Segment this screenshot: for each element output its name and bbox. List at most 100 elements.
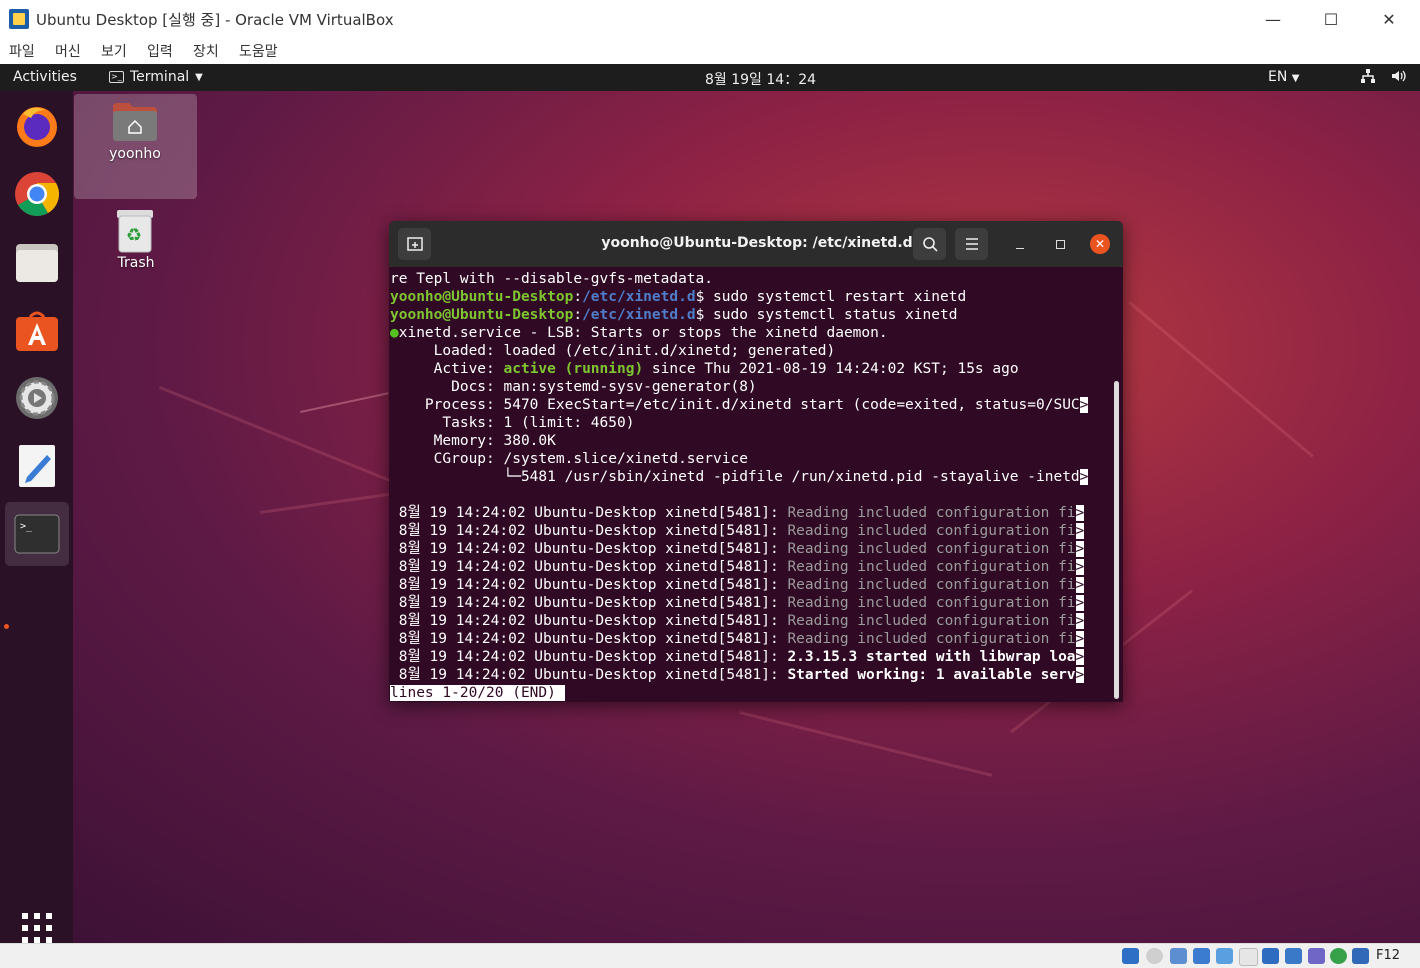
running-indicator	[4, 624, 9, 629]
svg-text:♻: ♻	[126, 225, 142, 246]
settings-icon	[16, 377, 58, 419]
vt-x-icon[interactable]	[1308, 948, 1325, 964]
usb-icon[interactable]	[1216, 948, 1233, 964]
language-label: EN	[1268, 69, 1288, 85]
terminal-line: CGroup: /system.slice/xinetd.service	[390, 451, 748, 467]
window-title: Ubuntu Desktop [실행 중] - Oracle VM Virtua…	[36, 11, 394, 29]
log-line: 8월 19 14:24:02 Ubuntu-Desktop xinetd[548…	[390, 613, 1085, 629]
system-tray[interactable]	[1360, 68, 1420, 84]
harddisk-icon[interactable]	[1122, 948, 1139, 964]
terminal-headerbar: yoonho@Ubuntu-Desktop: /etc/xinetd.d ✕	[389, 221, 1123, 267]
trash-icon: ♻	[117, 210, 153, 253]
svg-text:>_: >_	[20, 521, 33, 532]
menu-help[interactable]: 도움말	[239, 41, 278, 61]
terminal-output[interactable]: re Tepl with --disable-gvfs-metadata. yo…	[390, 267, 1110, 702]
log-line: 8월 19 14:24:02 Ubuntu-Desktop xinetd[548…	[390, 523, 1085, 539]
shared-folders-icon[interactable]	[1239, 948, 1258, 966]
text-editor-icon	[19, 445, 55, 487]
dock-settings[interactable]	[5, 366, 69, 430]
terminal-close-button[interactable]: ✕	[1090, 234, 1110, 254]
terminal-line: ●xinetd.service - LSB: Starts or stops t…	[390, 325, 888, 341]
volume-icon	[1392, 70, 1406, 82]
desktop-home-folder[interactable]: yoonho	[74, 94, 197, 199]
terminal-maximize-button[interactable]	[1050, 234, 1070, 254]
home-folder-label: yoonho	[109, 146, 161, 162]
hamburger-menu-button[interactable]	[955, 228, 988, 260]
home-folder-icon	[113, 103, 157, 141]
log-line: 8월 19 14:24:02 Ubuntu-Desktop xinetd[548…	[390, 559, 1085, 575]
search-button[interactable]	[913, 228, 946, 260]
network-icon	[1361, 69, 1375, 83]
terminal-line: Tasks: 1 (limit: 4650)	[390, 415, 635, 431]
app-menu-terminal[interactable]: >_ Terminal ▼	[109, 69, 203, 85]
status-dot-icon: ●	[390, 325, 399, 341]
terminal-line: Process: 5470 ExecStart=/etc/init.d/xine…	[390, 397, 1089, 413]
menu-machine[interactable]: 머신	[55, 41, 81, 61]
terminal-line: re Tepl with --disable-gvfs-metadata.	[390, 271, 714, 287]
minimize-button[interactable]: —	[1244, 0, 1302, 38]
close-button[interactable]: ✕	[1360, 0, 1418, 38]
menu-view[interactable]: 보기	[101, 41, 127, 61]
wallpaper-line	[300, 392, 389, 413]
wallpaper-line	[260, 491, 400, 514]
files-icon	[16, 244, 58, 282]
terminal-window[interactable]: yoonho@Ubuntu-Desktop: /etc/xinetd.d ✕ r…	[389, 221, 1123, 702]
ubuntu-software-icon	[16, 311, 58, 351]
menu-devices[interactable]: 장치	[193, 41, 219, 61]
dock-chrome[interactable]	[5, 162, 69, 226]
wallpaper-line	[1128, 301, 1314, 458]
maximize-icon	[1055, 239, 1065, 249]
minimize-icon	[1016, 247, 1024, 249]
language-indicator[interactable]: EN ▼	[1268, 69, 1299, 85]
guest-additions-icon[interactable]	[1330, 948, 1347, 964]
activities-button[interactable]: Activities	[13, 69, 77, 85]
trash-label: Trash	[117, 255, 155, 271]
clock[interactable]: 8월 19일 14：24	[705, 69, 816, 89]
new-tab-button[interactable]	[398, 228, 431, 260]
terminal-icon: >_	[109, 71, 124, 83]
host-key-label: F12	[1376, 948, 1401, 963]
maximize-button[interactable]: ☐	[1302, 0, 1360, 38]
menu-input[interactable]: 입력	[147, 41, 173, 61]
desktop-trash[interactable]: ♻ Trash	[86, 205, 186, 275]
vbox-titlebar: Ubuntu Desktop [실행 중] - Oracle VM Virtua…	[0, 0, 1420, 38]
terminal-line: yoonho@Ubuntu-Desktop:/etc/xinetd.d$ sud…	[390, 307, 958, 323]
menu-file[interactable]: 파일	[9, 41, 35, 61]
terminal-line: Loaded: loaded (/etc/init.d/xinetd; gene…	[390, 343, 836, 359]
dock-firefox[interactable]	[5, 94, 69, 158]
vbox-statusbar: F12	[0, 943, 1420, 968]
chevron-down-icon: ▼	[195, 71, 203, 83]
chrome-icon	[15, 172, 59, 216]
log-line: 8월 19 14:24:02 Ubuntu-Desktop xinetd[548…	[390, 595, 1085, 611]
log-line: 8월 19 14:24:02 Ubuntu-Desktop xinetd[548…	[390, 577, 1085, 593]
audio-icon[interactable]	[1170, 948, 1187, 964]
firefox-icon	[17, 107, 57, 147]
dock-text-editor[interactable]	[5, 434, 69, 498]
recording-icon[interactable]	[1285, 948, 1302, 964]
dock-terminal[interactable]: >_	[5, 502, 69, 566]
dock-ubuntu-software[interactable]	[5, 298, 69, 362]
network-adapter-icon[interactable]	[1193, 948, 1210, 964]
dock: >_	[0, 91, 73, 943]
terminal-line: yoonho@Ubuntu-Desktop:/etc/xinetd.d$ sud…	[390, 289, 967, 305]
log-line: 8월 19 14:24:02 Ubuntu-Desktop xinetd[548…	[390, 631, 1085, 647]
wallpaper-line	[739, 711, 993, 777]
terminal-scrollbar[interactable]	[1114, 381, 1119, 699]
gnome-top-panel: Activities >_ Terminal ▼ 8월 19일 14：24 EN…	[0, 64, 1420, 91]
log-line: 8월 19 14:24:02 Ubuntu-Desktop xinetd[548…	[390, 541, 1085, 557]
app-menu-label: Terminal	[130, 69, 190, 85]
vbox-menubar: 파일 머신 보기 입력 장치 도움말	[0, 38, 1420, 64]
chevron-down-icon: ▼	[1291, 73, 1300, 84]
dock-files[interactable]	[5, 230, 69, 294]
hamburger-icon	[965, 238, 978, 250]
terminal-minimize-button[interactable]	[1010, 234, 1030, 254]
close-icon: ✕	[1094, 237, 1106, 251]
pager-status: lines 1-20/20 (END)	[390, 684, 565, 702]
terminal-icon: >_	[14, 514, 60, 554]
optical-drive-icon[interactable]	[1146, 948, 1163, 964]
log-line: 8월 19 14:24:02 Ubuntu-Desktop xinetd[548…	[390, 649, 1085, 665]
display-icon[interactable]	[1262, 948, 1279, 964]
terminal-line: Active: active (running) since Thu 2021-…	[390, 361, 1019, 377]
log-line: 8월 19 14:24:02 Ubuntu-Desktop xinetd[548…	[390, 667, 1085, 683]
mouse-integration-icon[interactable]	[1352, 948, 1369, 964]
